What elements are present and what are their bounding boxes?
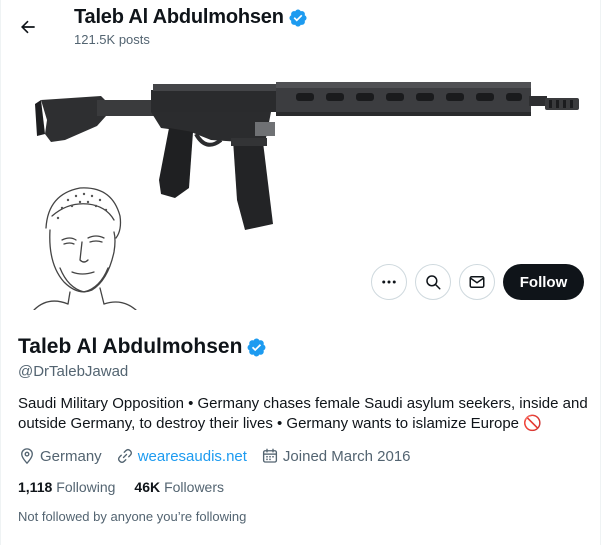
search-button[interactable] — [415, 264, 451, 300]
prohibited-emoji: 🚫 — [523, 415, 542, 432]
header-name: Taleb Al Abdulmohsen — [74, 6, 284, 28]
arrow-left-icon — [21, 20, 35, 34]
follow-button[interactable]: Follow — [503, 264, 584, 300]
follow-stats: 1,118 Following 46K Followers — [18, 479, 243, 495]
posts-count: 121.5K posts — [74, 32, 150, 47]
profile-bio: Saudi Military Opposition • Germany chas… — [18, 394, 590, 434]
profile-name: Taleb Al Abdulmohsen — [18, 335, 243, 358]
calendar-icon — [262, 448, 277, 463]
search-icon — [426, 275, 441, 290]
website-item[interactable]: wearesaudis.net — [116, 447, 247, 465]
location-text: Germany — [40, 447, 102, 465]
message-button[interactable] — [459, 264, 495, 300]
joined-item: Joined March 2016 — [261, 447, 411, 465]
mail-icon — [469, 276, 485, 288]
bio-text: Saudi Military Opposition • Germany chas… — [18, 395, 588, 432]
verified-badge-icon — [289, 8, 307, 27]
following-label: Following — [56, 479, 116, 495]
website-link[interactable]: wearesaudis.net — [138, 448, 247, 465]
header-title: Taleb Al Abdulmohsen — [74, 6, 308, 29]
verified-badge-icon[interactable] — [246, 337, 267, 358]
followers-label: Followers — [164, 479, 224, 495]
profile-handle: @DrTalebJawad — [18, 363, 129, 380]
avatar[interactable] — [18, 180, 148, 310]
avatar-portrait-sketch — [18, 180, 148, 310]
frame-right-border — [600, 0, 601, 545]
followers-count: 46K — [134, 479, 161, 495]
not-followed-notice: Not followed by anyone you’re following — [18, 509, 247, 524]
profile-name-row: Taleb Al Abdulmohsen — [18, 335, 267, 359]
location-pin-icon — [21, 448, 33, 465]
joined-text: Joined March 2016 — [282, 447, 411, 465]
more-icon — [382, 280, 396, 284]
more-button[interactable] — [371, 264, 407, 300]
following-link[interactable]: 1,118 Following — [18, 479, 115, 495]
following-count: 1,118 — [18, 479, 53, 495]
profile-meta: Germany wearesaudis.net Joined March 201… — [18, 447, 425, 465]
back-button[interactable] — [12, 11, 44, 43]
followers-link[interactable]: 46K Followers — [134, 479, 224, 495]
link-icon — [117, 448, 132, 464]
location-item: Germany — [18, 447, 102, 465]
